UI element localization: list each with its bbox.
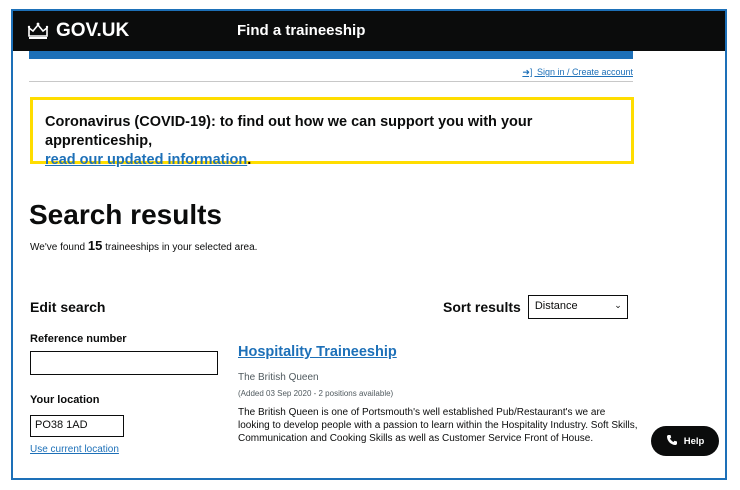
help-button[interactable]: Help: [651, 426, 719, 456]
reference-number-input[interactable]: [30, 351, 218, 375]
sign-in-icon: ➜]: [522, 67, 533, 77]
edit-search-heading: Edit search: [30, 299, 106, 315]
result-title-link[interactable]: Hospitality Traineeship: [238, 344, 638, 360]
chevron-down-icon: ⌄: [614, 300, 622, 310]
result-added-date: (Added 03 Sep 2020 - 2 positions availab…: [238, 389, 394, 398]
crown-icon: [27, 22, 49, 40]
found-count: 15: [87, 238, 103, 253]
found-suffix: traineeships in your selected area.: [105, 242, 258, 253]
location-input[interactable]: PO38 1AD: [30, 415, 124, 437]
sign-in-link[interactable]: ➜] Sign in / Create account: [522, 67, 633, 78]
govuk-logo[interactable]: GOV.UK: [27, 20, 129, 42]
banner-text: Coronavirus (COVID-19): to find out how …: [45, 114, 533, 149]
result-item: Hospitality Traineeship The British Quee…: [238, 344, 638, 446]
sort-label: Sort results: [443, 299, 521, 315]
use-current-location-link[interactable]: Use current location: [30, 444, 119, 455]
help-label: Help: [683, 435, 705, 447]
browser-frame: GOV.UK Find a traineeship ➜] Sign in / C…: [11, 9, 727, 480]
location-label: Your location: [30, 394, 100, 406]
sort-selected-value: Distance: [534, 300, 578, 312]
banner-link[interactable]: read our updated information: [45, 152, 247, 168]
result-employer: The British Queen: [238, 372, 319, 383]
covid-banner: Coronavirus (COVID-19): to find out how …: [30, 97, 634, 168]
account-bar: ➜] Sign in / Create account: [29, 59, 633, 82]
sign-in-label: Sign in / Create account: [536, 67, 633, 77]
page-title: Search results: [29, 199, 222, 230]
results-count-text: We've found 15 traineeships in your sele…: [30, 238, 257, 253]
phone-icon: [666, 434, 678, 449]
banner-suffix: .: [247, 152, 252, 168]
logo-text: GOV.UK: [56, 20, 130, 41]
service-name[interactable]: Find a traineeship: [237, 22, 365, 39]
reference-number-label: Reference number: [30, 333, 127, 345]
sort-select[interactable]: Distance ⌄: [527, 295, 628, 319]
result-description: The British Queen is one of Portsmouth's…: [238, 407, 638, 444]
found-prefix: We've found: [30, 242, 86, 253]
header-blue-bar: [29, 51, 633, 59]
sort-control: Sort results Distance ⌄: [443, 295, 628, 319]
site-header: GOV.UK Find a traineeship: [13, 11, 725, 51]
